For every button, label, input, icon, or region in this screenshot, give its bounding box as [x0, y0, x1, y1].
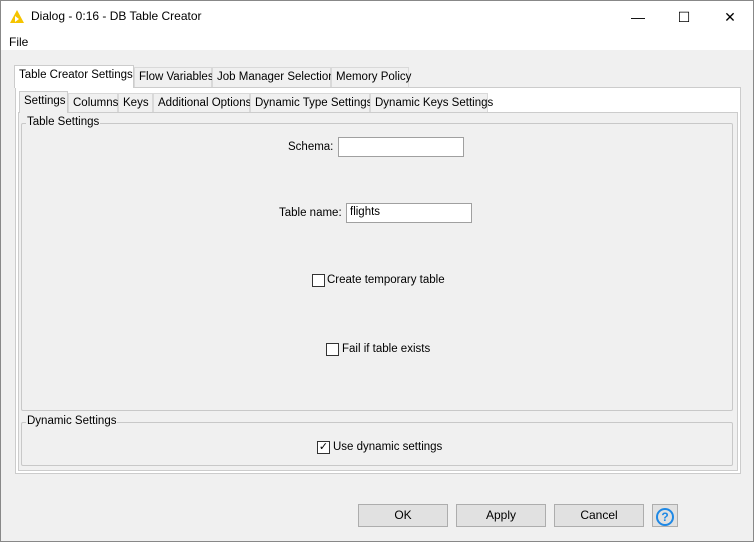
- schema-label: Schema:: [288, 141, 334, 153]
- tab-job-manager-selection[interactable]: Job Manager Selection: [212, 67, 335, 87]
- apply-button[interactable]: Apply: [456, 504, 546, 527]
- tab-columns[interactable]: Columns: [68, 93, 118, 112]
- use-dynamic-settings-label[interactable]: Use dynamic settings: [333, 441, 442, 453]
- tab-additional-options[interactable]: Additional Options: [153, 93, 251, 112]
- use-dynamic-settings-checkbox[interactable]: ✓: [317, 441, 330, 454]
- ok-button[interactable]: OK: [358, 504, 448, 527]
- cancel-button[interactable]: Cancel: [554, 504, 644, 527]
- tab-table-creator-settings[interactable]: Table Creator Settings: [14, 65, 134, 88]
- menu-bar: File: [1, 33, 753, 50]
- minimize-button[interactable]: —: [615, 1, 661, 33]
- tab-keys[interactable]: Keys: [118, 93, 153, 112]
- tab-dynamic-keys-settings[interactable]: Dynamic Keys Settings: [370, 93, 493, 112]
- close-button[interactable]: ✕: [707, 1, 753, 33]
- table-settings-legend: Table Settings: [26, 116, 101, 128]
- tab-memory-policy[interactable]: Memory Policy: [331, 67, 411, 87]
- help-button[interactable]: ?: [652, 504, 678, 527]
- tab-settings[interactable]: Settings: [19, 91, 68, 113]
- table-name-label: Table name:: [279, 207, 342, 219]
- fail-if-exists-checkbox[interactable]: [326, 343, 339, 356]
- schema-input[interactable]: [338, 137, 464, 157]
- tab-flow-variables[interactable]: Flow Variables: [134, 67, 214, 87]
- help-icon: ?: [656, 508, 674, 526]
- table-settings-group: Table Settings: [21, 116, 733, 411]
- maximize-button[interactable]: ☐: [661, 1, 707, 33]
- fail-if-exists-label[interactable]: Fail if table exists: [342, 343, 430, 355]
- table-name-input[interactable]: flights: [346, 203, 472, 223]
- create-temporary-table-checkbox[interactable]: [312, 274, 325, 287]
- menu-file[interactable]: File: [9, 35, 28, 49]
- app-icon: [10, 10, 24, 23]
- create-temporary-table-label[interactable]: Create temporary table: [327, 274, 445, 286]
- dynamic-settings-legend: Dynamic Settings: [26, 415, 118, 427]
- tab-dynamic-type-settings[interactable]: Dynamic Type Settings: [250, 93, 372, 112]
- window-title: Dialog - 0:16 - DB Table Creator: [31, 9, 202, 23]
- title-bar: Dialog - 0:16 - DB Table Creator — ☐ ✕: [1, 1, 753, 33]
